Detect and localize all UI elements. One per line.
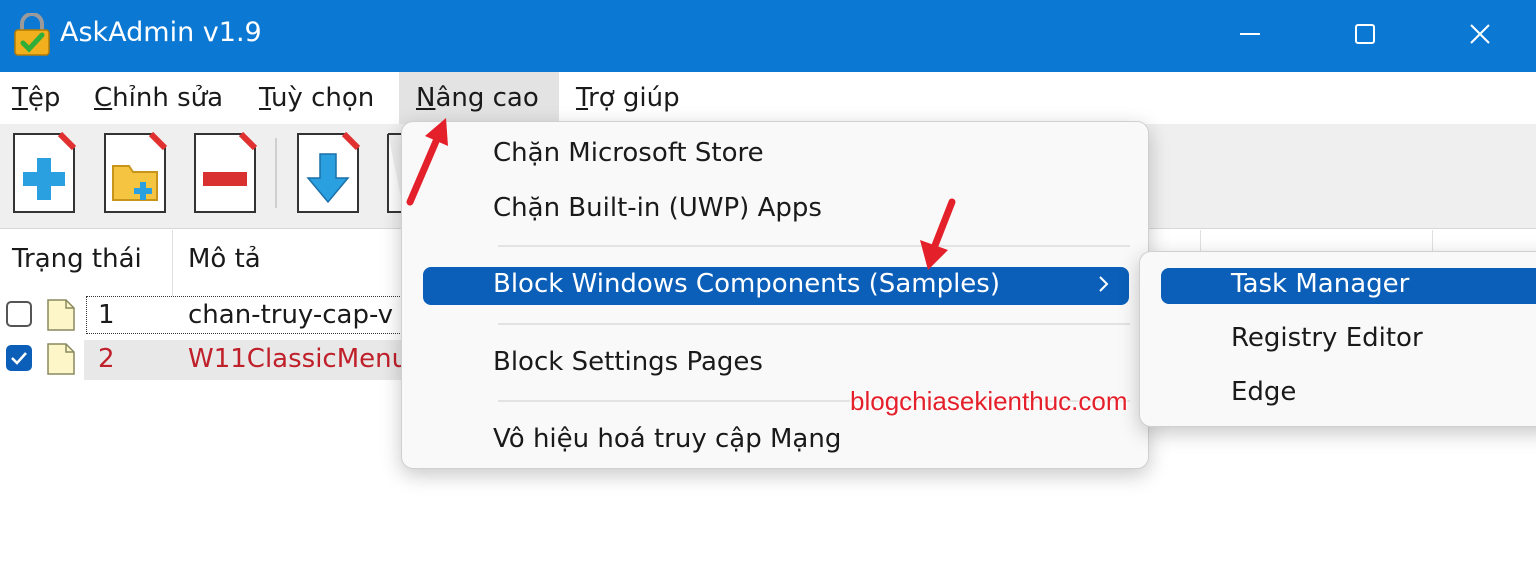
add-file-icon[interactable]	[12, 132, 76, 214]
column-status[interactable]: Trạng thái	[12, 244, 142, 274]
menu-item-block-components[interactable]: Block Windows Components (Samples)	[423, 267, 1129, 305]
document-icon	[47, 343, 75, 375]
menu-item-block-uwp[interactable]: Chặn Built-in (UWP) Apps	[493, 193, 822, 223]
menu-help[interactable]: Trợ giúp	[564, 72, 692, 124]
watermark: blogchiasekienthuc.com	[850, 386, 1128, 416]
menu-item-disable-network[interactable]: Vô hiệu hoá truy cập Mạng	[493, 424, 841, 454]
list-item[interactable]: 2 W11ClassicMenu	[0, 340, 408, 380]
menu-edit[interactable]: Chỉnh sửa	[82, 72, 235, 124]
menu-item-block-settings[interactable]: Block Settings Pages	[493, 347, 763, 377]
row-checkbox[interactable]	[6, 301, 32, 327]
column-divider[interactable]	[172, 230, 173, 296]
components-submenu: Task Manager Registry Editor Edge	[1139, 251, 1536, 427]
row-checkbox-checked[interactable]	[6, 345, 32, 371]
menu-options[interactable]: Tuỳ chọn	[247, 72, 386, 124]
maximize-icon[interactable]	[1341, 14, 1389, 54]
submenu-item-task-manager[interactable]: Task Manager	[1161, 268, 1536, 304]
minimize-icon[interactable]	[1226, 14, 1274, 54]
column-description[interactable]: Mô tả	[188, 244, 261, 274]
menu-item-block-store[interactable]: Chặn Microsoft Store	[493, 138, 764, 168]
add-folder-icon[interactable]	[103, 132, 167, 214]
submenu-item-registry-editor[interactable]: Registry Editor	[1231, 323, 1423, 353]
menu-file[interactable]: Tệp	[0, 72, 72, 124]
row-number: 2	[98, 344, 115, 374]
window-title: AskAdmin v1.9	[60, 17, 262, 48]
annotation-arrow-icon	[406, 118, 448, 206]
menu-separator	[498, 245, 1130, 247]
menu-separator	[498, 323, 1130, 325]
submenu-item-edge[interactable]: Edge	[1231, 377, 1296, 407]
annotation-arrow-icon	[920, 198, 956, 270]
submenu-item-label: Task Manager	[1231, 269, 1410, 299]
check-icon	[11, 352, 27, 365]
chevron-right-icon	[1099, 276, 1109, 292]
row-number: 1	[98, 300, 115, 330]
app-lock-icon	[14, 13, 50, 56]
close-icon[interactable]	[1456, 14, 1504, 54]
remove-icon[interactable]	[193, 132, 257, 214]
menu-bar: Tệp Chỉnh sửa Tuỳ chọn Nâng cao Trợ giúp	[0, 72, 1536, 124]
toolbar-separator	[275, 138, 277, 208]
import-icon[interactable]	[296, 132, 360, 214]
row-description: chan-truy-cap-v	[188, 300, 394, 330]
row-description: W11ClassicMenu	[188, 344, 409, 374]
document-icon	[47, 299, 75, 331]
title-bar: AskAdmin v1.9	[0, 0, 1536, 72]
list-item[interactable]: 1 chan-truy-cap-v	[0, 296, 406, 336]
